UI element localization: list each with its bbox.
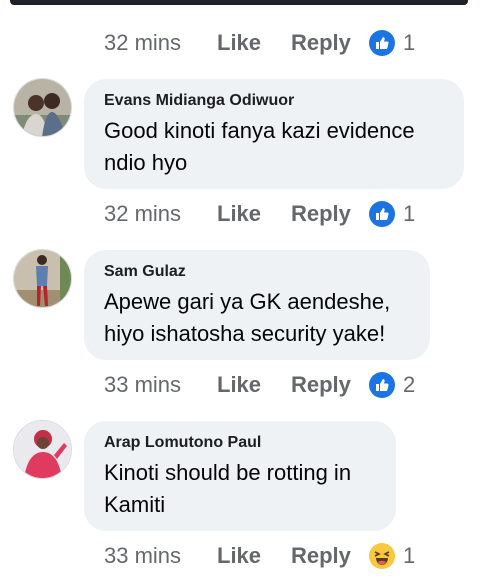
reply-button[interactable]: Reply bbox=[291, 543, 369, 569]
previous-post-edge bbox=[10, 0, 468, 5]
thumbs-up-icon[interactable] bbox=[369, 201, 395, 227]
comment-text-line: Kamiti bbox=[104, 492, 166, 517]
like-button[interactable]: Like bbox=[217, 372, 291, 398]
comment-text-line: Good kinoti fanya kazi evidence bbox=[104, 118, 415, 143]
comment-text: Kinoti should be rotting in Kamiti bbox=[104, 457, 376, 521]
comment-text: Good kinoti fanya kazi evidence ndio hyo bbox=[104, 115, 444, 179]
comment-text-line: Kinoti should be rotting in bbox=[104, 460, 352, 485]
comment-author[interactable]: Arap Lomutono Paul bbox=[104, 434, 376, 452]
comment-actions-0: 32 mins Like Reply 1 bbox=[104, 28, 415, 58]
avatar[interactable] bbox=[13, 78, 72, 137]
reaction-count: 2 bbox=[403, 372, 416, 397]
reaction-count: 1 bbox=[403, 201, 416, 226]
like-button[interactable]: Like bbox=[217, 201, 291, 227]
comment-author[interactable]: Evans Midianga Odiwuor bbox=[104, 92, 444, 110]
avatar[interactable] bbox=[13, 420, 72, 479]
reply-button[interactable]: Reply bbox=[291, 201, 369, 227]
comment-bubble: Arap Lomutono Paul Kinoti should be rott… bbox=[84, 421, 396, 531]
comment-time: 32 mins bbox=[104, 30, 182, 55]
reaction-count: 1 bbox=[403, 543, 416, 568]
comment-text-line: ndio hyo bbox=[104, 150, 188, 175]
comment-bubble: Evans Midianga Odiwuor Good kinoti fanya… bbox=[84, 79, 464, 189]
reply-button[interactable]: Reply bbox=[291, 30, 369, 56]
thumbs-up-icon[interactable] bbox=[369, 30, 395, 56]
comment-text-line: Apewe gari ya GK aendeshe, bbox=[104, 289, 391, 314]
comment-time: 32 mins bbox=[104, 201, 182, 226]
like-button[interactable]: Like bbox=[217, 543, 291, 569]
comment-time: 33 mins bbox=[104, 543, 182, 568]
thumbs-up-icon[interactable] bbox=[369, 372, 395, 398]
comment-text-line: hiyo ishatosha security yake! bbox=[104, 321, 386, 346]
comment-actions-1: 32 mins Like Reply 1 bbox=[104, 199, 415, 229]
haha-emoji-icon[interactable] bbox=[369, 543, 395, 569]
comment-bubble: Sam Gulaz Apewe gari ya GK aendeshe, hiy… bbox=[84, 250, 430, 360]
avatar[interactable] bbox=[13, 249, 72, 308]
comment-time: 33 mins bbox=[104, 372, 182, 397]
comment-actions-2: 33 mins Like Reply 2 bbox=[104, 370, 415, 400]
comment-text: Apewe gari ya GK aendeshe, hiyo ishatosh… bbox=[104, 286, 410, 350]
comment-author[interactable]: Sam Gulaz bbox=[104, 263, 410, 281]
reaction-count: 1 bbox=[403, 30, 416, 55]
comment-actions-3: 33 mins Like Reply 1 bbox=[104, 541, 415, 571]
like-button[interactable]: Like bbox=[217, 30, 291, 56]
reply-button[interactable]: Reply bbox=[291, 372, 369, 398]
